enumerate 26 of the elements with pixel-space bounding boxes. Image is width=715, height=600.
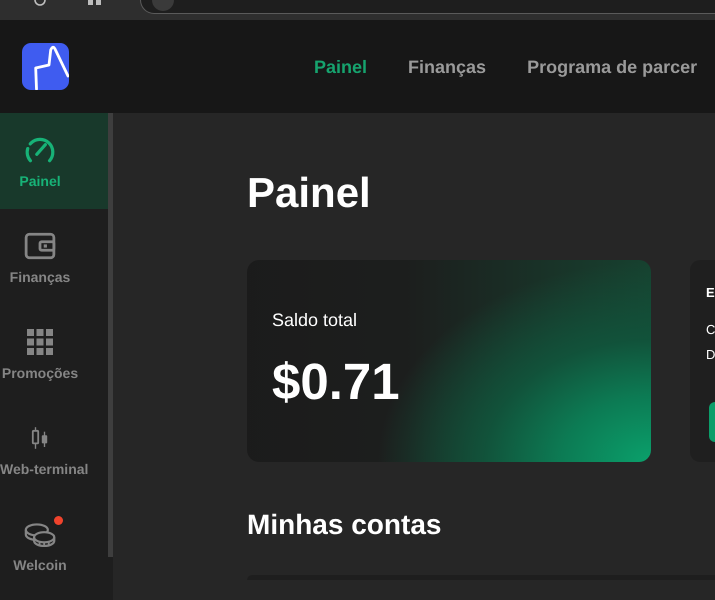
action-button[interactable] xyxy=(709,402,715,442)
sidebar-item[interactable]: Web-terminal xyxy=(0,401,108,497)
candlestick-icon xyxy=(31,426,49,450)
reload-icon[interactable] xyxy=(34,0,46,8)
coins-icon xyxy=(24,520,56,548)
page-title: Painel xyxy=(247,169,371,217)
card-title: E xyxy=(706,284,715,302)
balance-label: Saldo total xyxy=(272,309,358,331)
nav-link[interactable]: Finanças xyxy=(408,56,486,78)
sidebar-item[interactable]: Painel xyxy=(0,113,108,209)
extensions-icon[interactable] xyxy=(88,0,102,6)
address-bar[interactable] xyxy=(140,0,715,14)
section-title: Minhas contas xyxy=(247,508,442,542)
wallet-icon xyxy=(24,232,56,260)
sidebar-item[interactable]: Finanças xyxy=(0,209,108,305)
logo-icon[interactable] xyxy=(22,43,69,90)
gauge-icon xyxy=(24,136,56,164)
sidebar-item[interactable]: Welcoin xyxy=(0,497,108,593)
balance-amount: $0.71 xyxy=(272,353,400,411)
card-text: C xyxy=(706,321,715,339)
sidebar-item[interactable]: Promoções xyxy=(0,305,108,401)
sidebar-scrollbar[interactable] xyxy=(108,113,113,557)
card-text: D xyxy=(706,346,715,364)
nav-link[interactable]: Programa de parcer xyxy=(527,56,698,78)
nav-link[interactable]: Painel xyxy=(314,56,368,78)
grid-icon xyxy=(27,329,53,355)
